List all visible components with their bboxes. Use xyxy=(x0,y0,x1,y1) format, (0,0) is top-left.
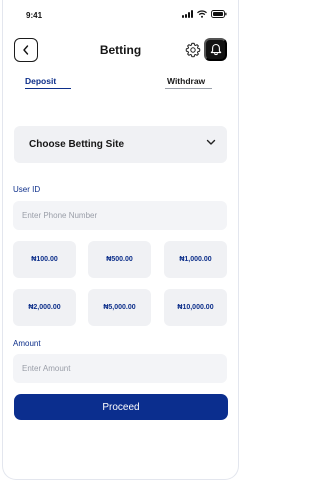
amount-option-100[interactable]: ₦100.00 xyxy=(13,241,76,278)
amount-option-5000[interactable]: ₦5,000.00 xyxy=(88,289,151,326)
gear-icon xyxy=(185,42,201,58)
tab-deposit-indicator xyxy=(25,88,71,89)
amount-option-1000[interactable]: ₦1,000.00 xyxy=(164,241,227,278)
notifications-button[interactable] xyxy=(204,38,227,61)
amount-option-500[interactable]: ₦500.00 xyxy=(88,241,151,278)
amount-option-2000[interactable]: ₦2,000.00 xyxy=(13,289,76,326)
status-time: 9:41 xyxy=(26,11,43,20)
chevron-down-icon xyxy=(206,139,216,145)
amount-input[interactable] xyxy=(13,354,227,383)
bell-icon xyxy=(210,43,221,56)
battery-icon xyxy=(211,10,227,18)
user-id-label: User ID xyxy=(13,185,41,194)
phone-number-input[interactable] xyxy=(13,201,227,230)
tab-withdraw[interactable]: Withdraw xyxy=(167,76,205,86)
signal-icon xyxy=(182,10,193,18)
tab-withdraw-divider xyxy=(165,88,212,89)
tab-deposit[interactable]: Deposit xyxy=(25,76,56,86)
amount-label: Amount xyxy=(13,339,41,348)
betting-site-select[interactable]: Choose Betting Site xyxy=(14,126,227,163)
amount-option-10000[interactable]: ₦10,000.00 xyxy=(164,289,227,326)
status-icons xyxy=(182,10,227,18)
wifi-icon xyxy=(197,10,207,18)
settings-button[interactable] xyxy=(185,42,201,58)
betting-site-select-label: Choose Betting Site xyxy=(29,139,125,150)
proceed-button[interactable]: Proceed xyxy=(14,394,228,420)
